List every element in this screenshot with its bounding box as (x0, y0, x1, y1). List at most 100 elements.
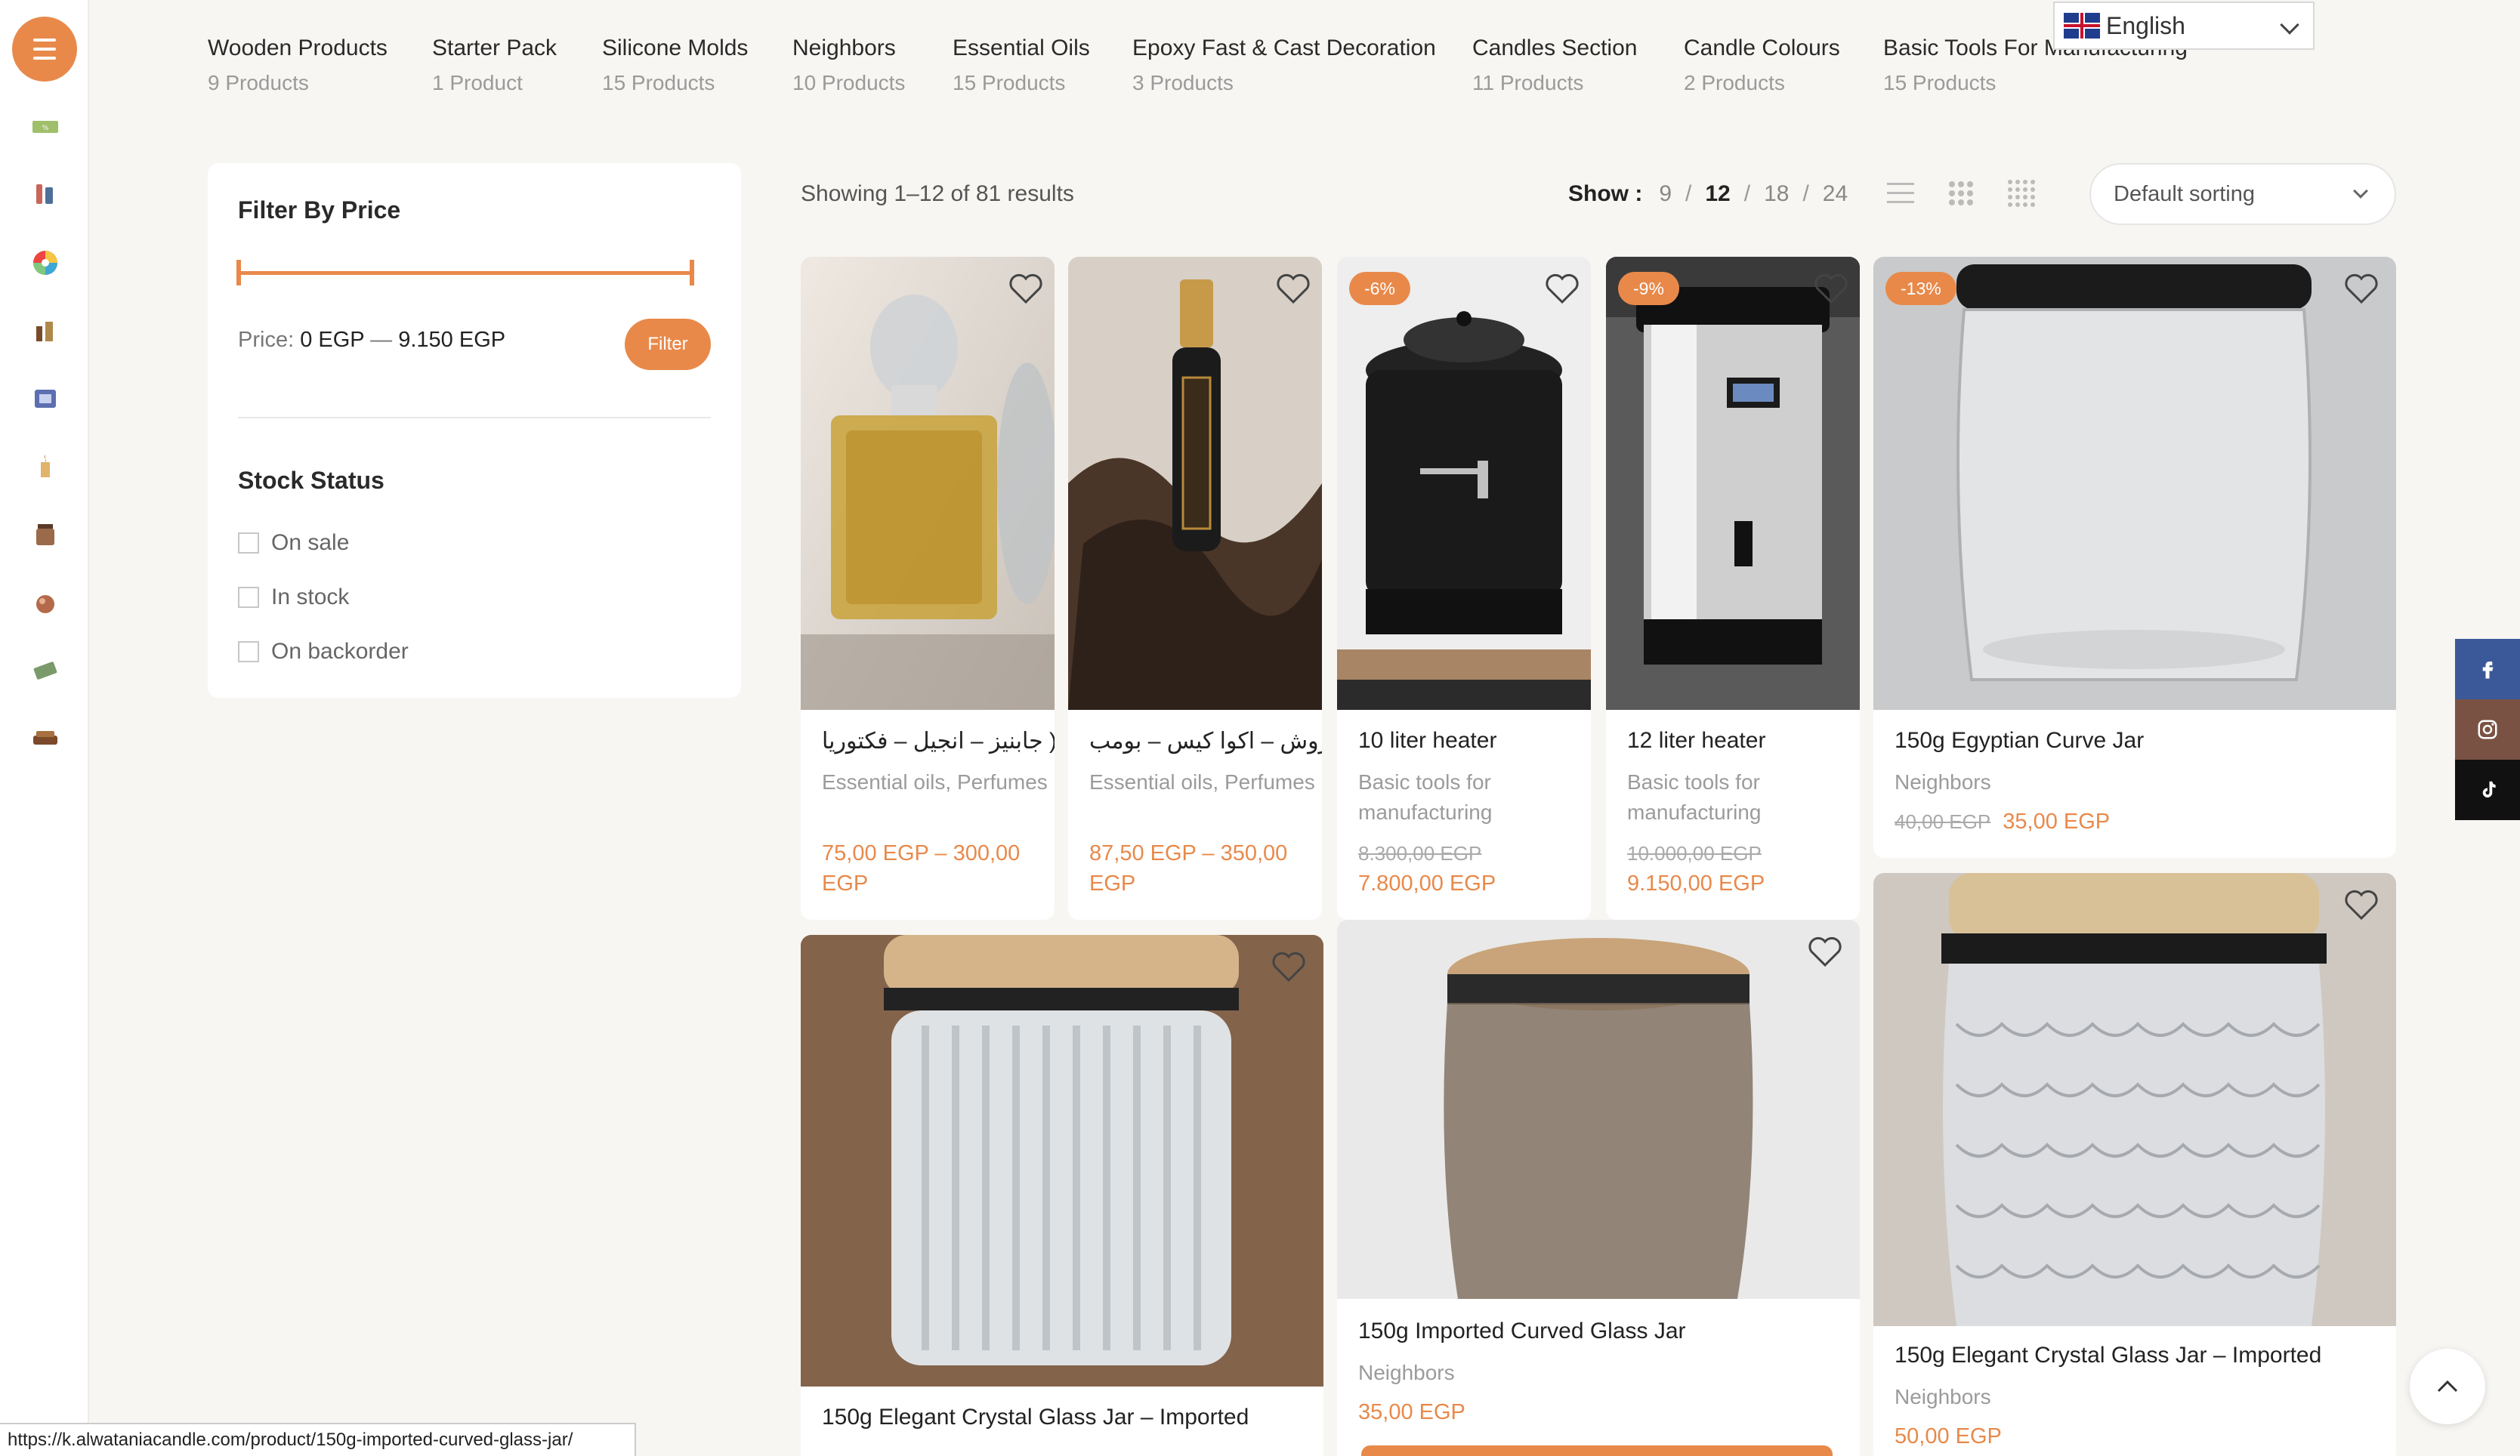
product-card[interactable]: جابنيز – انجيل – فكتوريا ) Essential oil… (801, 257, 1055, 920)
category-starter-pack[interactable]: Starter Pack 1 Product (432, 33, 557, 98)
price-slider-min-handle[interactable] (236, 260, 241, 285)
scroll-to-top-button[interactable] (2410, 1349, 2485, 1424)
price-slider-max-handle[interactable] (690, 260, 694, 285)
category-silicone-molds[interactable]: Silicone Molds 15 Products (602, 33, 748, 98)
product-name[interactable]: 150g Egyptian Curve Jar (1895, 728, 2144, 754)
facebook-share-button[interactable] (2455, 639, 2520, 699)
product-name[interactable]: 150g Imported Curved Glass Jar (1358, 1319, 1686, 1344)
wood-icon[interactable] (29, 722, 62, 755)
soap-icon[interactable] (29, 586, 62, 619)
category-neighbors[interactable]: Neighbors 10 Products (792, 33, 905, 98)
product-card[interactable]: 150g Elegant Crystal Glass Jar – Importe… (801, 935, 1323, 1456)
stock-option-on-sale[interactable]: On sale (238, 530, 349, 556)
language-selector[interactable]: English (2053, 2, 2315, 50)
product-category[interactable]: Neighbors (1895, 1382, 1991, 1412)
product-price: 75,00 EGP – 300,00 EGP (822, 841, 1021, 896)
price-dash: — (370, 328, 393, 352)
product-name[interactable]: 12 liter heater (1627, 728, 1765, 754)
product-card[interactable]: 150g Imported Curved Glass Jar Neighbors… (1337, 920, 1860, 1456)
checkbox[interactable] (238, 641, 259, 662)
product-image-perfume[interactable] (801, 257, 1055, 710)
product-category[interactable]: Essential oils, Perfumes (1089, 767, 1316, 797)
product-image-crystal-jar-imported[interactable] (1873, 873, 2396, 1326)
product-category[interactable]: Basic tools for manufacturing (1627, 767, 1854, 828)
filter-button[interactable]: Filter (625, 319, 711, 370)
product-category[interactable]: Neighbors (1895, 767, 1991, 797)
svg-text:%: % (42, 125, 49, 132)
list-view-icon[interactable] (1884, 177, 1917, 210)
category-candles-section[interactable]: Candles Section 11 Products (1472, 33, 1637, 98)
candle-icon[interactable] (29, 450, 62, 483)
product-image-oud-oil[interactable] (1068, 257, 1322, 710)
bottles-icon[interactable] (29, 314, 62, 347)
tiktok-share-button[interactable] (2455, 760, 2520, 820)
show-option-24[interactable]: 24 (1823, 181, 1848, 207)
stock-option-in-stock[interactable]: In stock (238, 585, 349, 610)
product-card[interactable]: -13% 150g Egyptian Curve Jar Neighbors 4… (1873, 257, 2396, 858)
category-candle-colours[interactable]: Candle Colours 2 Products (1684, 33, 1840, 98)
product-card[interactable]: -9% 12 liter heater Basic tools for manu… (1606, 257, 1860, 920)
product-category[interactable]: Essential oils, Perfumes (822, 767, 1048, 797)
checkbox[interactable] (238, 532, 259, 554)
product-category[interactable]: Basic tools for manufacturing (1358, 767, 1585, 828)
category-epoxy[interactable]: Epoxy Fast & Cast Decoration 3 Products (1132, 33, 1436, 98)
product-category[interactable]: Neighbors (1358, 1358, 1455, 1388)
product-card[interactable]: -6% 10 liter heater Basic tools for manu… (1337, 257, 1591, 920)
product-old-price: 40,00 EGP (1895, 810, 1991, 833)
tools-icon[interactable] (29, 178, 62, 211)
discount-badge: -13% (1885, 272, 1956, 305)
grid-3-view-icon[interactable] (1944, 177, 1978, 210)
product-name[interactable]: 150g Elegant Crystal Glass Jar – Importe… (1895, 1343, 2321, 1368)
heart-wishlist-icon[interactable] (1008, 272, 1044, 305)
add-to-cart-button[interactable] (1361, 1445, 1833, 1456)
category-count: 2 Products (1684, 71, 1785, 94)
product-price: 35,00 EGP (1358, 1400, 1465, 1424)
product-image-heater-10l[interactable] (1337, 257, 1591, 710)
instagram-share-button[interactable] (2455, 699, 2520, 760)
product-name[interactable]: 10 liter heater (1358, 728, 1496, 754)
molds-icon[interactable] (29, 382, 62, 415)
stock-option-on-backorder[interactable]: On backorder (238, 639, 409, 665)
product-image-crystal-glass-jar[interactable] (801, 935, 1323, 1387)
product-price: 7.800,00 EGP (1358, 871, 1496, 896)
category-name: Wooden Products (208, 35, 388, 60)
price-slider-track[interactable] (238, 271, 693, 275)
heart-wishlist-icon[interactable] (1813, 272, 1849, 305)
product-card[interactable]: روش – اكوا كيس – بومب ) Essential oils, … (1068, 257, 1322, 920)
grid-4-view-icon[interactable] (2005, 177, 2038, 210)
show-option-9[interactable]: 9 (1659, 181, 1672, 207)
filter-sidebar: Filter By Price Price: 0 EGP — 9.150 EGP… (208, 163, 741, 698)
product-card[interactable]: 150g Elegant Crystal Glass Jar – Importe… (1873, 873, 2396, 1456)
coupon-icon[interactable]: % (29, 110, 62, 143)
hamburger-menu-button[interactable] (12, 17, 77, 82)
category-count: 15 Products (602, 71, 715, 94)
product-name[interactable]: 150g Elegant Crystal Glass Jar – Importe… (822, 1405, 1249, 1430)
product-price-block: 8.300,00 EGP 7.800,00 EGP (1358, 838, 1585, 899)
category-count: 9 Products (208, 71, 309, 94)
product-name[interactable]: جابنيز – انجيل – فكتوريا ) (822, 728, 1055, 754)
category-name: Starter Pack (432, 35, 557, 60)
checkbox[interactable] (238, 587, 259, 608)
color-wheel-icon[interactable] (29, 246, 62, 279)
product-image-egyptian-curve-jar[interactable] (1873, 257, 2396, 710)
product-image-curved-glass-jar[interactable] (1337, 920, 1860, 1299)
sort-select[interactable]: Default sorting (2089, 163, 2396, 225)
category-wooden-products[interactable]: Wooden Products 9 Products (208, 33, 388, 98)
heart-wishlist-icon[interactable] (1275, 272, 1311, 305)
wax-icon[interactable] (29, 654, 62, 687)
heart-wishlist-icon[interactable] (1807, 935, 1843, 968)
heart-wishlist-icon[interactable] (2343, 888, 2379, 921)
show-option-12[interactable]: 12 (1705, 181, 1730, 207)
show-option-18[interactable]: 18 (1764, 181, 1789, 207)
discount-badge: -6% (1349, 272, 1410, 305)
chevron-up-icon (2437, 1380, 2458, 1393)
category-essential-oils[interactable]: Essential Oils 15 Products (953, 33, 1090, 98)
product-name[interactable]: روش – اكوا كيس – بومب ) (1089, 728, 1322, 754)
category-name: Candles Section (1472, 35, 1638, 60)
product-image-heater-12l[interactable] (1606, 257, 1860, 710)
heart-wishlist-icon[interactable] (2343, 272, 2379, 305)
heart-wishlist-icon[interactable] (1271, 950, 1307, 983)
heart-wishlist-icon[interactable] (1544, 272, 1580, 305)
category-count: 3 Products (1132, 71, 1234, 94)
jar-icon[interactable] (29, 518, 62, 551)
